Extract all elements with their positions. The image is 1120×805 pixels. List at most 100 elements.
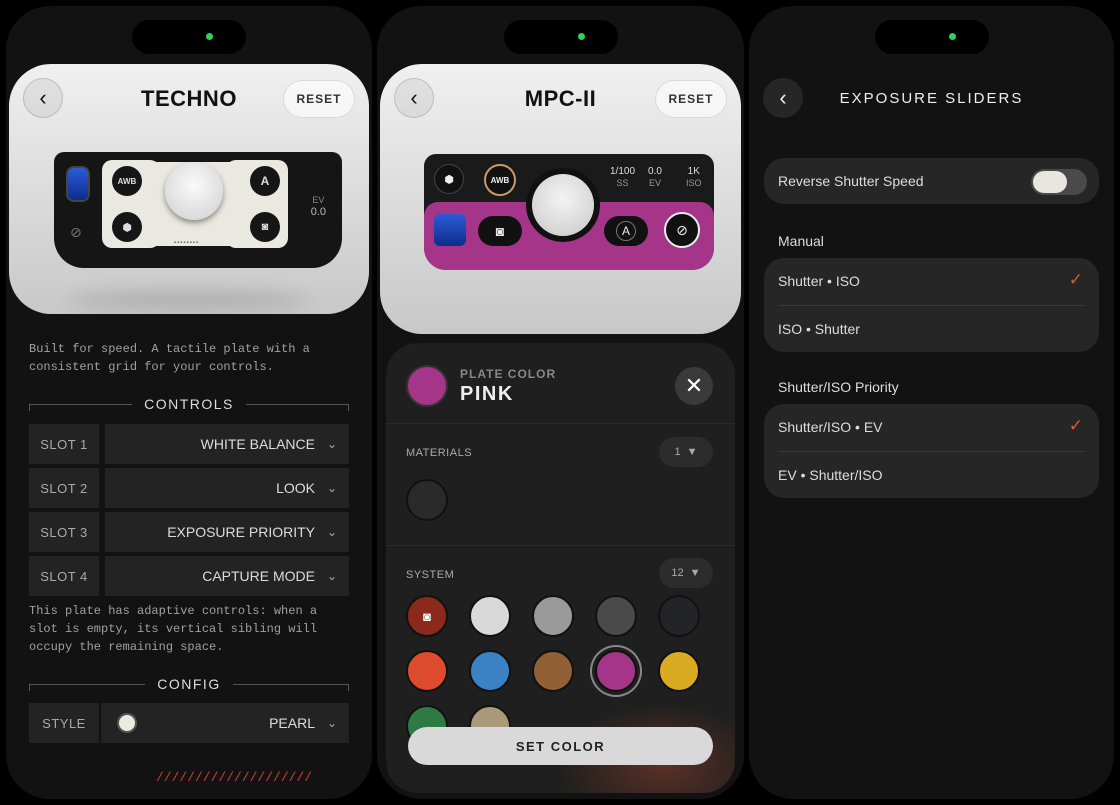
slot-label: SLOT 4 <box>29 556 99 596</box>
reverse-shutter-group: Reverse Shutter Speed <box>764 158 1099 204</box>
dynamic-island <box>503 20 618 54</box>
material-swatch[interactable] <box>406 479 448 521</box>
system-color-swatch[interactable] <box>406 650 448 692</box>
priority-option-ev-shutter-iso[interactable]: EV • Shutter/ISO <box>778 451 1085 497</box>
reverse-shutter-toggle[interactable] <box>1031 169 1087 195</box>
hatch-decoration: //////////////////// <box>156 770 313 785</box>
shutter-knob[interactable] <box>165 162 223 220</box>
checkmark-icon: ✓ <box>1068 416 1083 435</box>
camera-plate-device: ⊘ AWB ⬢ A ◙ EV 0.0 ▪▪▪▪▪▪▪▪ <box>54 152 342 268</box>
ev-readout: 0.0 EV <box>648 166 662 188</box>
close-icon: ✕ <box>684 373 704 398</box>
system-color-swatch[interactable] <box>532 650 574 692</box>
gallery-thumbnail[interactable] <box>434 214 466 246</box>
system-color-swatch[interactable] <box>532 595 574 637</box>
slot-row-3[interactable]: SLOT 3 EXPOSURE PRIORITY ⌄ <box>29 512 349 552</box>
plate-preview-card: ‹ MPC-II RESET ⬢ AWB 1/100 SS 0.0 EV 1K ISO… <box>380 64 741 334</box>
slot-dropdown[interactable]: EXPOSURE PRIORITY ⌄ <box>105 512 349 552</box>
divider <box>386 545 735 546</box>
link-icon: ⊘ <box>70 224 82 240</box>
system-color-swatch[interactable] <box>595 595 637 637</box>
device-shadow <box>69 290 309 310</box>
selected-color-swatch <box>406 365 448 407</box>
plate-color-label: PLATE COLOR <box>460 367 557 381</box>
ev-label: EV <box>312 195 325 205</box>
system-color-swatch[interactable] <box>469 595 511 637</box>
style-dropdown[interactable]: PEARL ⌄ <box>101 703 349 743</box>
dynamic-island <box>132 20 246 54</box>
shutter-readout: 1/100 SS <box>610 166 636 188</box>
style-swatch <box>117 713 137 733</box>
plate-description: Built for speed. A tactile plate with a … <box>29 342 310 374</box>
system-color-swatch[interactable] <box>658 650 700 692</box>
auto-mode-button[interactable]: A <box>604 216 648 246</box>
manual-section-title: Manual <box>778 233 824 249</box>
plate-color-sheet: PLATE COLOR PINK ✕ MATERIALS 1 ▼ SYSTEM 1… <box>386 343 735 793</box>
system-label: SYSTEM <box>406 569 455 581</box>
chevron-left-icon: ‹ <box>39 85 47 110</box>
slot-dropdown[interactable]: LOOK ⌄ <box>105 468 349 508</box>
system-color-swatch[interactable]: ◙ <box>406 595 448 637</box>
slot-dropdown[interactable]: WHITE BALANCE ⌄ <box>105 424 349 464</box>
triangle-down-icon: ▼ <box>686 446 698 458</box>
style-label: STYLE <box>29 703 99 743</box>
ev-value: 0.0 <box>310 206 326 218</box>
page-title: EXPOSURE SLIDERS <box>839 90 1024 107</box>
priority-section-title: Shutter/ISO Priority <box>778 379 899 395</box>
system-color-swatch[interactable] <box>469 650 511 692</box>
chevron-down-icon: ⌄ <box>327 569 338 583</box>
reverse-shutter-label: Reverse Shutter Speed <box>778 173 924 189</box>
techno-screen: ‹ TECHNO RESET ⊘ AWB ⬢ A ◙ EV 0.0 ▪▪▪▪▪▪… <box>6 6 372 799</box>
camera-icon: ◙ <box>423 608 431 624</box>
gallery-thumbnail[interactable] <box>66 166 90 202</box>
awb-button[interactable]: AWB <box>112 166 142 196</box>
slot-row-2[interactable]: SLOT 2 LOOK ⌄ <box>29 468 349 508</box>
indicator-dots: ▪▪▪▪▪▪▪▪ <box>174 240 200 246</box>
cube-icon[interactable]: ⬢ <box>112 212 142 242</box>
camera-plate-device: ⬢ AWB 1/100 SS 0.0 EV 1K ISO ◙ A ⊘ <box>424 154 714 270</box>
reset-button[interactable]: RESET <box>655 80 727 118</box>
priority-option-shutter-iso-ev[interactable]: Shutter/ISO • EV ✓ <box>778 404 1085 450</box>
mpc-screen: ‹ MPC-II RESET ⬢ AWB 1/100 SS 0.0 EV 1K ISO… <box>377 6 744 799</box>
chevron-down-icon: ⌄ <box>327 481 338 495</box>
back-button[interactable]: ‹ <box>23 78 63 118</box>
manual-option-shutter-iso[interactable]: Shutter • ISO ✓ <box>778 258 1085 304</box>
slot-label: SLOT 2 <box>29 468 99 508</box>
dynamic-island <box>874 20 989 54</box>
chevron-left-icon: ‹ <box>410 85 418 110</box>
shutter-knob[interactable] <box>532 174 594 236</box>
close-button[interactable]: ✕ <box>675 367 713 405</box>
config-section-title: CONFIG <box>29 676 349 692</box>
priority-options-group: Shutter/ISO • EV ✓ EV • Shutter/ISO <box>764 404 1099 498</box>
slot-row-4[interactable]: SLOT 4 CAPTURE MODE ⌄ <box>29 556 349 596</box>
auto-mode-button[interactable]: A <box>250 166 280 196</box>
ev-readout: EV 0.0 <box>311 196 326 218</box>
camera-icon[interactable]: ◙ <box>250 212 280 242</box>
back-button[interactable]: ‹ <box>394 78 434 118</box>
plate-preview-card: ‹ TECHNO RESET ⊘ AWB ⬢ A ◙ EV 0.0 ▪▪▪▪▪▪… <box>9 64 369 314</box>
style-row[interactable]: STYLE PEARL ⌄ <box>29 703 349 743</box>
plate-color-value: PINK <box>460 383 514 405</box>
manual-option-iso-shutter[interactable]: ISO • Shutter <box>778 305 1085 351</box>
link-icon[interactable]: ⊘ <box>664 212 700 248</box>
materials-count-dropdown[interactable]: 1 ▼ <box>659 437 713 467</box>
camera-icon[interactable]: ◙ <box>478 216 522 246</box>
slot-label: SLOT 1 <box>29 424 99 464</box>
slot-dropdown[interactable]: CAPTURE MODE ⌄ <box>105 556 349 596</box>
set-color-button[interactable]: SET COLOR <box>408 727 713 765</box>
adaptive-note: This plate has adaptive controls: when a… <box>29 604 318 654</box>
checkmark-icon: ✓ <box>1068 270 1083 289</box>
controls-section-title: CONTROLS <box>29 396 349 412</box>
exposure-sliders-screen: ‹ EXPOSURE SLIDERS Reverse Shutter Speed… <box>749 6 1114 799</box>
manual-options-group: Shutter • ISO ✓ ISO • Shutter <box>764 258 1099 352</box>
reset-button[interactable]: RESET <box>283 80 355 118</box>
divider <box>386 423 735 424</box>
slot-row-1[interactable]: SLOT 1 WHITE BALANCE ⌄ <box>29 424 349 464</box>
system-count-dropdown[interactable]: 12 ▼ <box>659 558 713 588</box>
chevron-down-icon: ⌄ <box>327 437 338 451</box>
awb-button[interactable]: AWB <box>484 164 516 196</box>
system-color-swatch[interactable] <box>658 595 700 637</box>
chevron-down-icon: ⌄ <box>327 716 338 730</box>
system-color-swatch[interactable] <box>595 650 637 692</box>
cube-icon[interactable]: ⬢ <box>434 164 464 194</box>
